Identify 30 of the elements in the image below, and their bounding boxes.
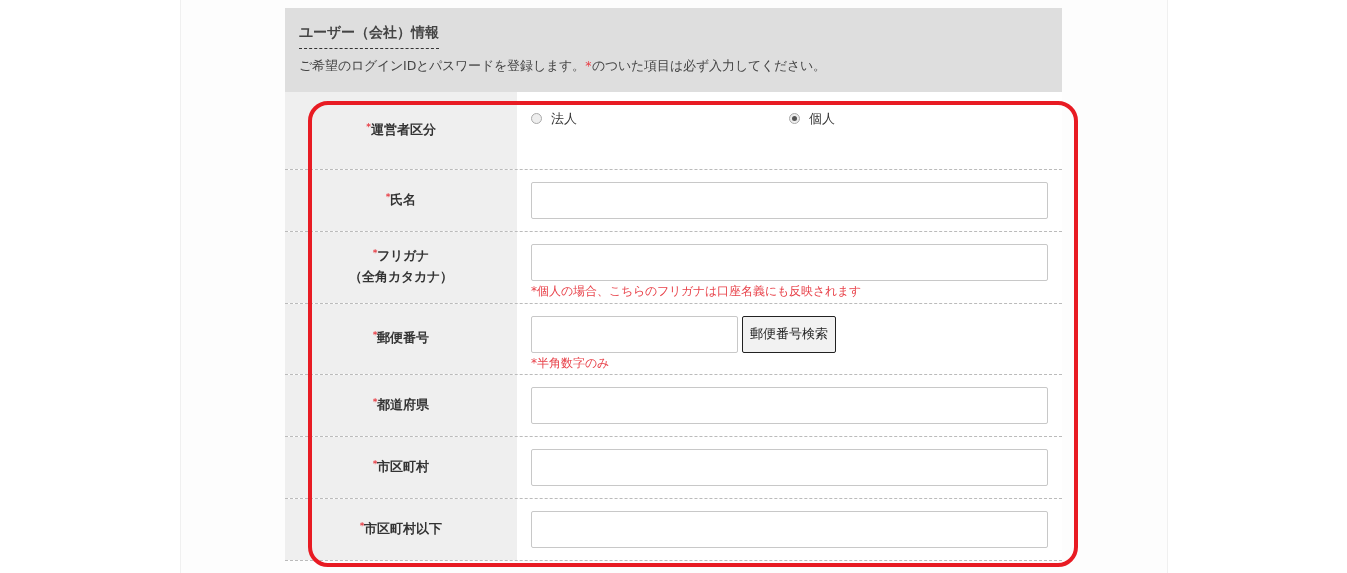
field-label: 市区町村以下: [364, 521, 443, 539]
field-label: 郵便番号: [377, 330, 430, 348]
field-sublabel: （全角カタカナ）: [349, 269, 453, 287]
postal-code-field[interactable]: [531, 315, 738, 353]
postal-search-button[interactable]: 郵便番号検索: [742, 315, 836, 353]
required-mark: *: [372, 459, 378, 470]
radio-button[interactable]: [789, 113, 800, 124]
radio-label[interactable]: 法人: [551, 109, 577, 128]
intro-text: ご希望のログインIDとパスワードを登録します。*のついた項目は必ず入力してください。: [299, 58, 827, 75]
radio-button[interactable]: [531, 113, 542, 124]
required-mark: *: [372, 330, 378, 341]
text-field[interactable]: [531, 511, 1048, 549]
field-label: 都道府県: [377, 397, 430, 415]
required-mark: *: [366, 122, 371, 132]
required-mark: *: [359, 521, 365, 532]
text-field[interactable]: [531, 387, 1048, 425]
text-field[interactable]: [531, 449, 1048, 487]
field-label: 運営者区分: [370, 122, 436, 139]
field-label: フリガナ: [377, 248, 430, 266]
field-note: *個人の場合、こちらのフリガナは口座名義にも反映されます: [531, 284, 862, 300]
required-mark: *: [385, 192, 391, 202]
required-mark: *: [372, 397, 378, 408]
text-field[interactable]: [531, 244, 1048, 281]
section-title: ユーザー（会社）情報: [299, 24, 439, 49]
field-note: *半角数字のみ: [531, 355, 610, 372]
field-label: 氏名: [390, 192, 417, 209]
field-label: 市区町村: [377, 459, 430, 477]
text-field[interactable]: [531, 182, 1048, 219]
required-mark: *: [372, 248, 378, 259]
radio-label[interactable]: 個人: [809, 109, 835, 128]
